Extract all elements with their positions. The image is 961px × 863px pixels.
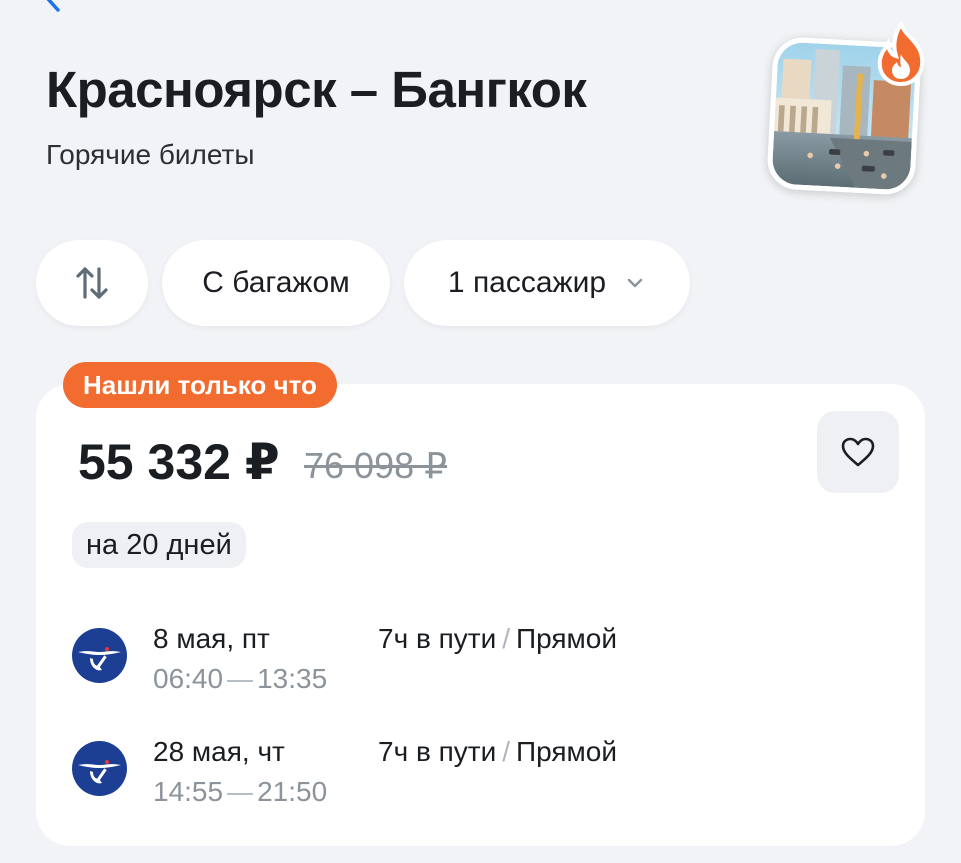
page-title: Красноярск – Бангкок — [46, 61, 587, 118]
arrival-time: 13:35 — [257, 663, 328, 694]
page: Красноярск – Бангкок Горячие билеты С ба… — [0, 0, 961, 863]
flight-segment[interactable]: 28 мая, чт 14:55 21:50 7ч в пути / Прямой — [72, 735, 752, 815]
travel-time: 7ч в пути — [378, 736, 497, 767]
page-subtitle: Горячие билеты — [46, 139, 255, 170]
passengers-select-chip[interactable]: 1 пассажир — [404, 240, 690, 326]
aeroflot-logo-icon — [72, 741, 127, 796]
info-separator: / — [502, 623, 511, 654]
info-separator: / — [502, 736, 511, 767]
departure-time: 14:55 — [153, 776, 224, 807]
swap-vertical-arrows-icon — [76, 267, 108, 299]
segment-date: 28 мая, чт — [153, 736, 285, 767]
chevron-down-icon — [627, 278, 643, 288]
stops-label: Прямой — [516, 623, 618, 654]
offer-price: 55 332 ₽ — [78, 434, 280, 490]
trip-duration-chip: на 20 дней — [72, 522, 246, 568]
segment-info: 7ч в пути / Прямой — [378, 622, 617, 656]
segment-date: 8 мая, пт — [153, 623, 270, 654]
stops-label: Прямой — [516, 736, 618, 767]
back-arrow-icon[interactable] — [40, 0, 66, 12]
favorite-button[interactable] — [817, 411, 899, 493]
offer-old-price: 76 098 ₽ — [304, 445, 448, 486]
time-dash — [227, 792, 254, 795]
segment-info: 7ч в пути / Прямой — [378, 735, 617, 769]
found-just-now-badge: Нашли только что — [63, 362, 337, 408]
swap-direction-button[interactable] — [36, 240, 148, 326]
heart-icon — [841, 437, 875, 467]
time-dash — [227, 679, 254, 682]
baggage-filter-chip[interactable]: С багажом — [162, 240, 390, 326]
aeroflot-logo-icon — [72, 628, 127, 683]
travel-time: 7ч в пути — [378, 623, 497, 654]
hot-fire-icon — [877, 22, 925, 86]
flight-segment[interactable]: 8 мая, пт 06:40 13:35 7ч в пути / Прямой — [72, 622, 752, 702]
segment-times: 14:55 21:50 — [153, 775, 327, 809]
segment-times: 06:40 13:35 — [153, 662, 327, 696]
baggage-filter-label: С багажом — [202, 266, 350, 299]
passengers-label: 1 пассажир — [447, 266, 607, 299]
departure-time: 06:40 — [153, 663, 224, 694]
arrival-time: 21:50 — [257, 776, 328, 807]
